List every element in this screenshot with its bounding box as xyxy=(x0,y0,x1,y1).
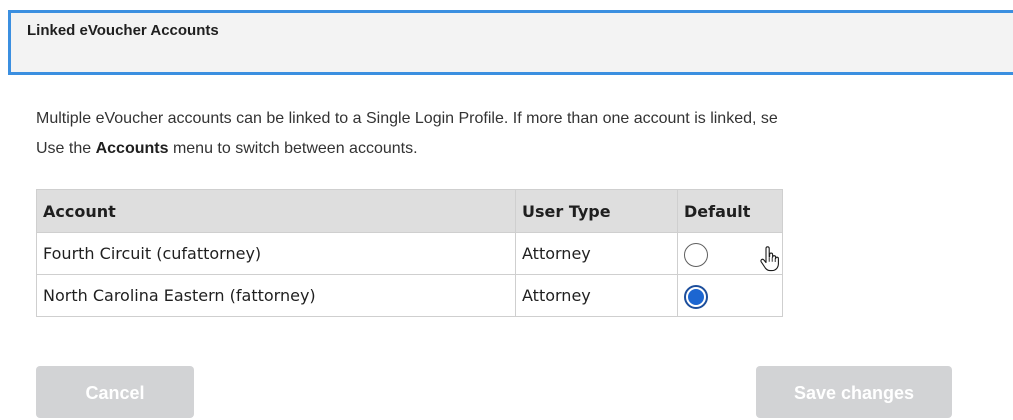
accounts-menu-reference: Accounts xyxy=(95,140,169,157)
user-type-cell: Attorney xyxy=(515,232,678,275)
cancel-button[interactable]: Cancel xyxy=(36,366,194,418)
panel-header xyxy=(8,10,1013,75)
intro-line-2: Use the Accounts menu to switch between … xyxy=(36,134,1011,164)
default-cell xyxy=(677,274,783,317)
intro-text: Multiple eVoucher accounts can be linked… xyxy=(36,104,1011,164)
table-row: North Carolina Eastern (fattorney) Attor… xyxy=(36,274,783,317)
save-changes-button[interactable]: Save changes xyxy=(756,366,952,418)
linked-accounts-table: Account User Type Default Fourth Circuit… xyxy=(36,189,783,317)
account-name-cell: Fourth Circuit (cufattorney) xyxy=(36,232,516,275)
default-radio-north-carolina-eastern[interactable] xyxy=(684,284,708,309)
table-header-row: Account User Type Default xyxy=(36,189,783,233)
intro-line-2-prefix: Use the xyxy=(36,140,96,157)
panel-title: Linked eVoucher Accounts xyxy=(27,22,219,39)
default-radio-fourth-circuit[interactable] xyxy=(684,242,708,267)
column-header-account: Account xyxy=(36,189,516,233)
hand-pointer-icon xyxy=(760,246,779,272)
intro-line-2-suffix: menu to switch between accounts. xyxy=(168,140,418,157)
intro-line-1: Multiple eVoucher accounts can be linked… xyxy=(36,110,778,127)
column-header-user-type: User Type xyxy=(515,189,678,233)
account-name-cell: North Carolina Eastern (fattorney) xyxy=(36,274,516,317)
column-header-default: Default xyxy=(677,189,783,233)
table-row: Fourth Circuit (cufattorney) Attorney xyxy=(36,232,783,275)
user-type-cell: Attorney xyxy=(515,274,678,317)
